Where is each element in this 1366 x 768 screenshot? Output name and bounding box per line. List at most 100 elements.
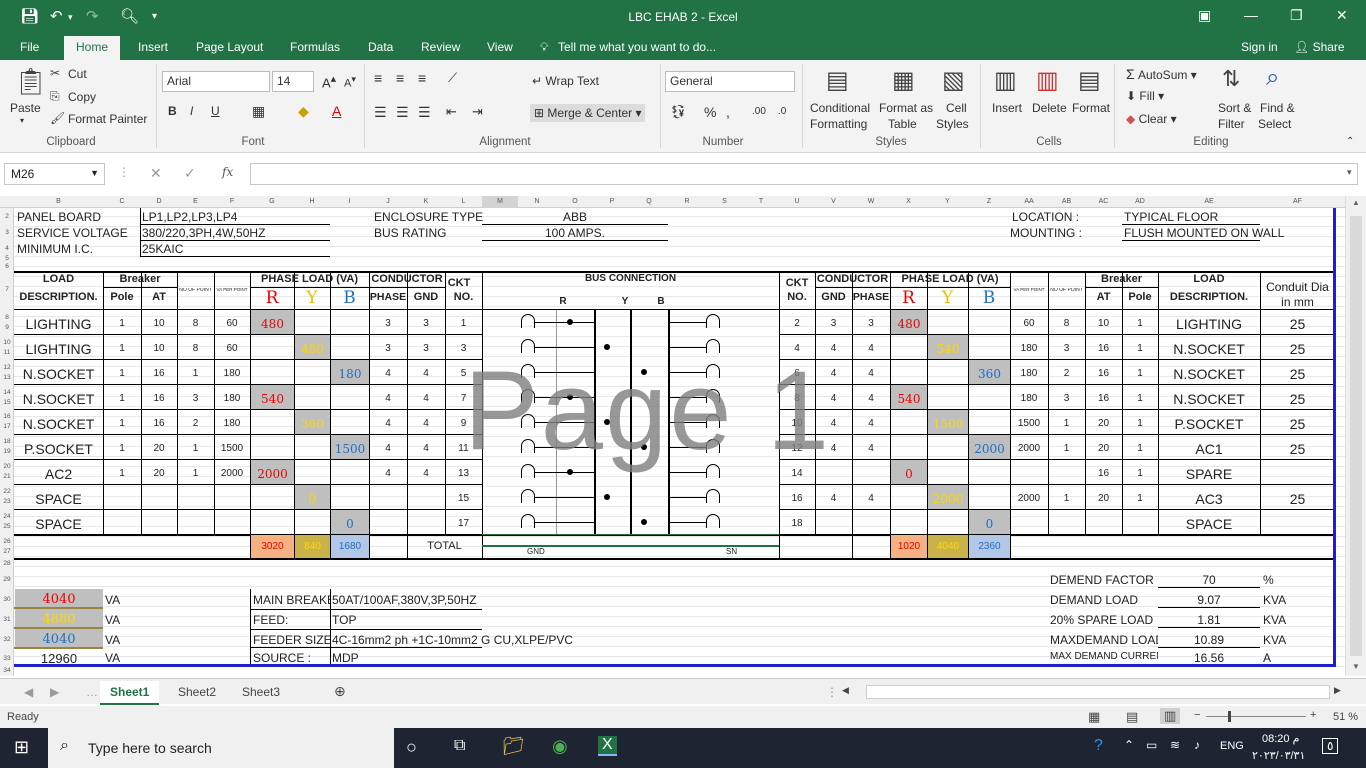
va-value[interactable]: 180 bbox=[214, 369, 250, 379]
cancel-icon[interactable]: ✕ bbox=[150, 165, 162, 182]
battery-icon[interactable]: ▭ bbox=[1146, 738, 1157, 752]
paste-button[interactable]: Paste bbox=[10, 101, 41, 115]
row-header[interactable]: 4 bbox=[0, 245, 14, 252]
accounting-format-icon[interactable]: 💱︎ bbox=[670, 104, 687, 120]
pole-value-right[interactable]: 1 bbox=[1122, 419, 1158, 429]
row-header[interactable]: 20 bbox=[0, 463, 14, 470]
phase-b-right[interactable]: 360 bbox=[969, 368, 1010, 380]
column-header[interactable]: M bbox=[482, 196, 518, 208]
pole-value-right[interactable]: 1 bbox=[1122, 469, 1158, 479]
ckt-number-right[interactable]: 2 bbox=[779, 319, 815, 329]
conductor-phase-value[interactable]: 4 bbox=[369, 419, 407, 429]
hscroll-left-icon[interactable]: ◀ bbox=[832, 681, 859, 700]
restore-icon[interactable]: ❐ bbox=[1290, 7, 1303, 24]
enclosure-label[interactable]: ENCLOSURE TYPE bbox=[374, 211, 483, 223]
demand-label[interactable]: 20% SPARE LOAD bbox=[1050, 614, 1158, 626]
demand-value[interactable]: 1.81 bbox=[1158, 614, 1260, 626]
load-description[interactable]: LIGHTING bbox=[14, 342, 103, 356]
phase-r-right[interactable]: 480 bbox=[891, 318, 927, 330]
points-value-right[interactable]: 2 bbox=[1048, 369, 1085, 379]
cut-button[interactable]: Cut bbox=[68, 67, 87, 81]
load-description[interactable]: N.SOCKET bbox=[14, 417, 103, 431]
points-value-right[interactable]: 3 bbox=[1048, 394, 1085, 404]
column-header[interactable]: H bbox=[294, 196, 330, 208]
pole-value[interactable]: 1 bbox=[103, 419, 141, 429]
phase-r-right[interactable]: 0 bbox=[891, 468, 927, 480]
tell-me-input[interactable]: Tell me what you want to do... bbox=[558, 40, 716, 54]
phase-y-header[interactable]: Y bbox=[294, 290, 330, 307]
conductor-phase-value[interactable]: 4 bbox=[369, 469, 407, 479]
at-value-right[interactable]: 16 bbox=[1085, 369, 1122, 379]
va-value-right[interactable]: 180 bbox=[1010, 369, 1048, 379]
normal-view-icon[interactable]: ▦ bbox=[1088, 709, 1100, 725]
row-header[interactable]: 7 bbox=[0, 286, 14, 293]
conductor-phase-right[interactable]: 4 bbox=[852, 444, 890, 454]
chrome-icon[interactable]: ◉ bbox=[552, 736, 568, 757]
row-header[interactable]: 12 bbox=[0, 364, 14, 371]
load-description-right[interactable]: N.SOCKET bbox=[1158, 342, 1260, 356]
load-description[interactable]: N.SOCKET bbox=[14, 367, 103, 381]
column-header[interactable]: G bbox=[250, 196, 294, 208]
row-header[interactable]: 29 bbox=[0, 576, 14, 583]
increase-indent-icon[interactable]: ⇥ bbox=[472, 104, 483, 120]
sheet-tab-1[interactable]: Sheet1 bbox=[100, 681, 160, 705]
description-header-right[interactable]: DESCRIPTION. bbox=[1158, 292, 1260, 303]
phase-y-right[interactable]: 540 bbox=[928, 343, 968, 355]
paste-dropdown-icon[interactable]: ▾ bbox=[20, 116, 24, 125]
at-value-right[interactable]: 10 bbox=[1085, 319, 1122, 329]
conductor-phase-value[interactable]: 4 bbox=[369, 369, 407, 379]
main-breaker-value[interactable]: 50AT/100AF,380V,3P,50HZ bbox=[332, 594, 477, 606]
phase-r-header-right[interactable]: R bbox=[890, 290, 927, 307]
column-header[interactable]: P bbox=[594, 196, 630, 208]
load-description[interactable]: AC2 bbox=[14, 467, 103, 481]
phase-r-value[interactable]: 540 bbox=[251, 393, 294, 405]
phase-load-header-right[interactable]: PHASE LOAD (VA) bbox=[890, 274, 1010, 285]
at-value[interactable]: 20 bbox=[141, 444, 177, 454]
va-value[interactable]: 180 bbox=[214, 419, 250, 429]
location-value[interactable]: TYPICAL FLOOR bbox=[1124, 211, 1218, 223]
column-header[interactable]: AA bbox=[1010, 196, 1048, 208]
volume-icon[interactable]: ♪ bbox=[1194, 738, 1200, 752]
decrease-font-icon[interactable]: A▾ bbox=[344, 74, 356, 90]
breaker-header-right[interactable]: Breaker bbox=[1085, 274, 1158, 285]
load-description[interactable]: N.SOCKET bbox=[14, 392, 103, 406]
demand-value[interactable]: 10.89 bbox=[1158, 634, 1260, 646]
conductor-phase-right[interactable]: 4 bbox=[852, 394, 890, 404]
demand-value[interactable]: 16.56 bbox=[1158, 652, 1260, 664]
total-y-right[interactable]: 4040 bbox=[928, 542, 968, 552]
column-header[interactable]: AE bbox=[1158, 196, 1260, 208]
row-header[interactable]: 11 bbox=[0, 349, 14, 356]
format-cells-icon[interactable]: ▤ bbox=[1078, 66, 1101, 95]
comma-style-icon[interactable]: , bbox=[726, 104, 730, 120]
at-header[interactable]: AT bbox=[141, 292, 177, 303]
row-header[interactable]: 3 bbox=[0, 229, 14, 236]
task-view-icon[interactable]: ⧉ bbox=[454, 737, 465, 755]
row-header[interactable]: 17 bbox=[0, 423, 14, 430]
decrease-decimal-icon[interactable]: .0 bbox=[778, 106, 786, 117]
column-header[interactable]: B bbox=[14, 196, 103, 208]
total-y-left[interactable]: 840 bbox=[295, 542, 330, 552]
column-header[interactable]: R bbox=[668, 196, 706, 208]
at-value-right[interactable]: 20 bbox=[1085, 444, 1122, 454]
notification-icon[interactable]: ٥ bbox=[1322, 738, 1339, 754]
pole-value[interactable]: 1 bbox=[103, 444, 141, 454]
scroll-down-icon[interactable]: ▼ bbox=[1352, 662, 1360, 671]
clock-date[interactable]: ٢٠٢٣/٠٣/٣١ bbox=[1252, 749, 1305, 762]
conductor-phase-right[interactable]: 4 bbox=[852, 494, 890, 504]
location-label[interactable]: LOCATION : bbox=[1012, 211, 1079, 223]
row-header[interactable]: 19 bbox=[0, 448, 14, 455]
min-ic-value[interactable]: 25KAIC bbox=[142, 243, 183, 255]
format-painter-icon[interactable]: 🖌︎ bbox=[50, 111, 65, 125]
format-cells-button[interactable]: Format bbox=[1072, 101, 1110, 115]
insert-cells-icon[interactable]: ▥ bbox=[994, 66, 1017, 95]
fill-color-icon[interactable]: ◆ bbox=[298, 103, 309, 120]
row-header[interactable]: 10 bbox=[0, 339, 14, 346]
row-header[interactable]: 18 bbox=[0, 438, 14, 445]
pole-value[interactable]: 1 bbox=[103, 394, 141, 404]
at-value[interactable]: 16 bbox=[141, 394, 177, 404]
feed-value[interactable]: TOP bbox=[332, 614, 356, 626]
load-description-right[interactable]: N.SOCKET bbox=[1158, 367, 1260, 381]
row-header[interactable]: 32 bbox=[0, 636, 14, 643]
load-description-right[interactable]: LIGHTING bbox=[1158, 317, 1260, 331]
fill-button[interactable]: ⬇ Fill ▾ bbox=[1126, 89, 1164, 103]
